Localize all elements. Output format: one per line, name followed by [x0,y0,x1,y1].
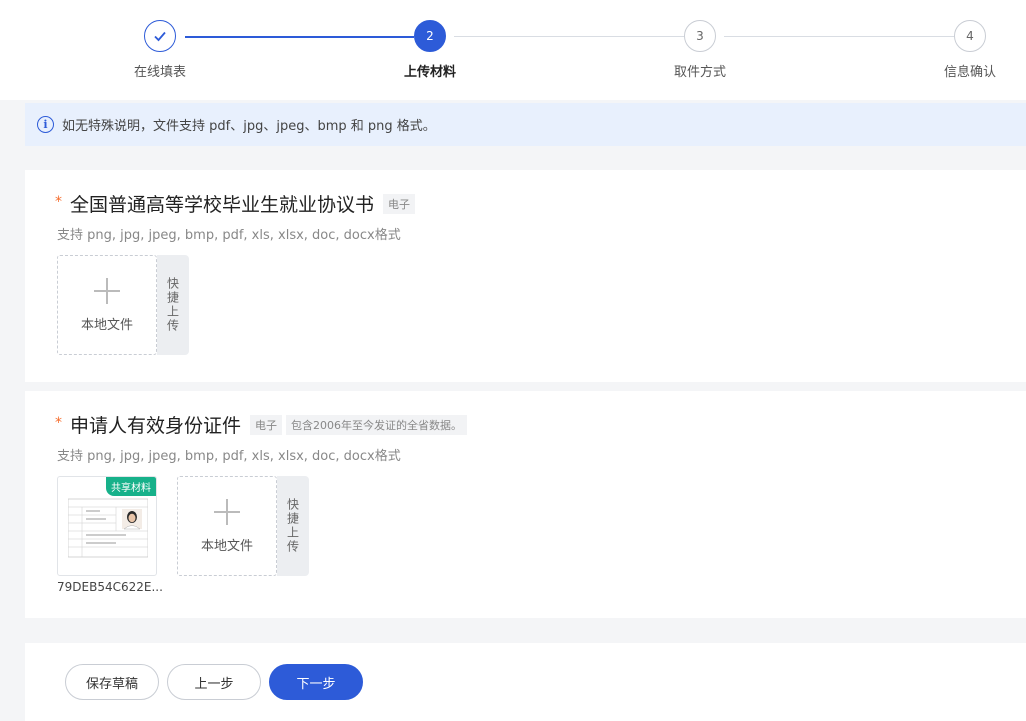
footer-actions: 保存草稿 上一步 下一步 [25,643,1026,721]
step-connector [185,36,414,38]
upload-label: 本地文件 [80,317,133,333]
info-text: 如无特殊说明，文件支持 pdf、jpg、jpeg、bmp 和 png 格式。 [62,119,436,134]
required-mark: * [55,414,62,431]
prev-step-button[interactable]: 上一步 [167,664,261,700]
step-3-circle: 3 [684,20,716,52]
local-file-upload[interactable]: 本地文件 [57,255,157,355]
step-connector [724,36,954,37]
file-name: 79DEB54C622E... [57,580,163,594]
step-1-label: 在线填表 [133,65,187,80]
upload-group: 本地文件 快捷上传 [57,255,189,355]
electronic-tag: 电子 [383,193,416,214]
quick-upload-button[interactable]: 快捷上传 [157,255,189,355]
upload-group: 本地文件 快捷上传 [177,476,309,576]
step-4-label: 信息确认 [943,65,997,80]
material-title-row: * 全国普通高等学校毕业生就业协议书 电子 [55,190,416,217]
step-connector [454,36,684,37]
step-1-circle [144,20,176,52]
step-3-label: 取件方式 [673,65,727,80]
stepper: 2 3 4 在线填表 上传材料 取件方式 信息确认 [0,0,1026,100]
supported-formats: 支持 png, jpg, jpeg, bmp, pdf, xls, xlsx, … [57,449,401,464]
uploaded-file-thumbnail[interactable]: 共享材料 [57,476,157,576]
material-card-id: * 申请人有效身份证件 电子 包含2006年至今发证的全省数据。 支持 png,… [25,391,1026,618]
supported-formats: 支持 png, jpg, jpeg, bmp, pdf, xls, xlsx, … [57,228,401,243]
shared-material-badge: 共享材料 [106,477,156,496]
check-icon [154,31,166,42]
material-card-agreement: * 全国普通高等学校毕业生就业协议书 电子 支持 png, jpg, jpeg,… [25,170,1026,382]
local-file-upload[interactable]: 本地文件 [177,476,277,576]
material-title-row: * 申请人有效身份证件 电子 包含2006年至今发证的全省数据。 [55,411,468,438]
material-title: 全国普通高等学校毕业生就业协议书 [70,194,375,216]
step-2-label: 上传材料 [403,65,457,80]
required-mark: * [55,193,62,210]
step-4-circle: 4 [954,20,986,52]
plus-icon [94,277,120,304]
plus-icon [214,498,240,525]
quick-upload-button[interactable]: 快捷上传 [277,476,309,576]
material-title: 申请人有效身份证件 [70,415,242,437]
upload-label: 本地文件 [200,538,253,554]
id-document-image [68,498,148,558]
info-icon: i [37,116,54,133]
next-step-button[interactable]: 下一步 [269,664,363,700]
info-banner: i 如无特殊说明，文件支持 pdf、jpg、jpeg、bmp 和 png 格式。 [25,103,1026,146]
electronic-tag: 电子 [250,414,283,435]
coverage-note: 包含2006年至今发证的全省数据。 [286,414,468,435]
step-2-circle: 2 [414,20,446,52]
save-draft-button[interactable]: 保存草稿 [65,664,159,700]
